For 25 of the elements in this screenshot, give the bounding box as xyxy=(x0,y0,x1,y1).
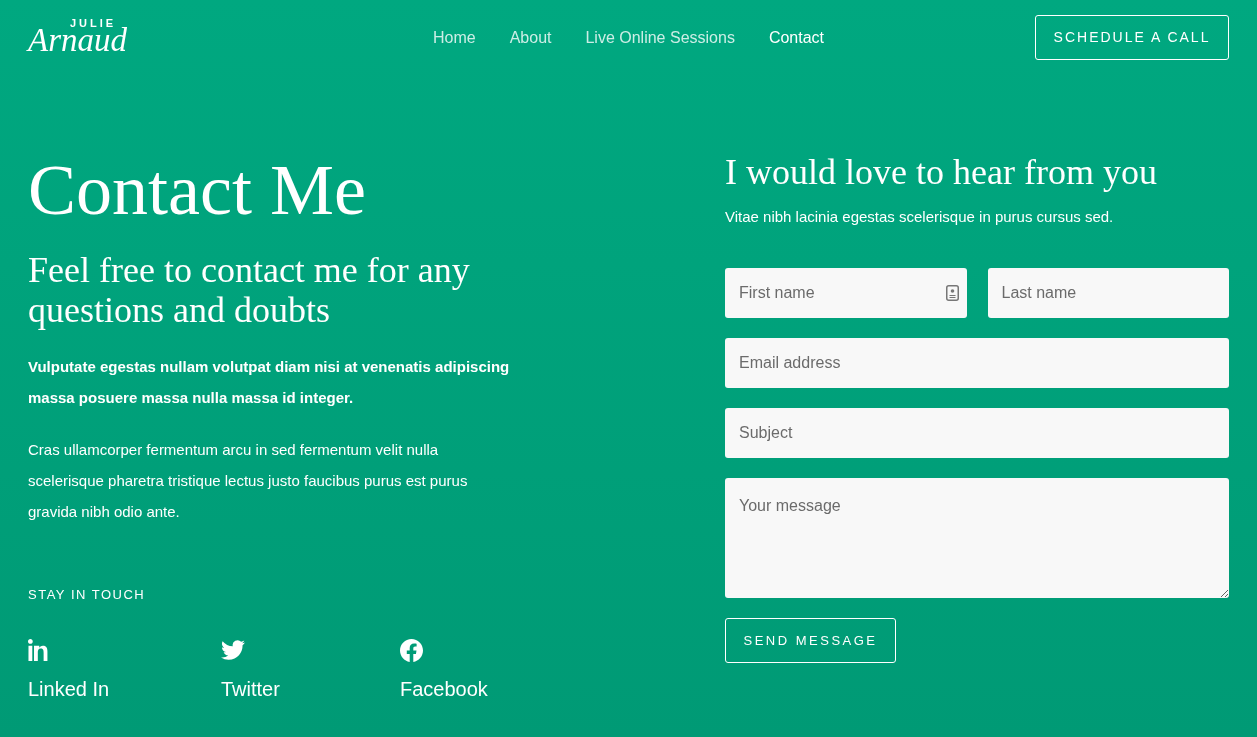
nav-link[interactable]: About xyxy=(509,25,552,50)
input-field[interactable]: Email address xyxy=(725,338,1229,388)
form-intro-text: Vitae nibh lacinia egestas scelerisque in purus cursus sed. xyxy=(725,207,1114,227)
input-field[interactable]: Subject xyxy=(725,408,1229,458)
page-title: Contact Me xyxy=(28,150,366,230)
lead-paragraph: Vulputate egestas nullam volutpat diam nisi at venenatis adipiscing massa posuere massa nulla massa id integer. xyxy=(28,357,511,408)
body-paragraph: Cras ullamcorper fermentum arcu in sed fermentum velit nulla scelerisque pharetra tristique lectus justo faucibus purus est purus gravida nibh odio ante. xyxy=(28,440,469,522)
facebook-icon xyxy=(400,638,423,662)
linkedin-icon xyxy=(28,639,48,661)
subtitle: Feel free to contact me for any questions and doubts xyxy=(28,250,471,330)
social-link[interactable]: Linked In xyxy=(28,638,110,700)
form-heading: I would love to hear from you xyxy=(725,151,1157,194)
input-field[interactable]: First name xyxy=(725,268,967,318)
input-field[interactable]: Last name xyxy=(987,268,1229,318)
nav-link[interactable]: Live Online Sessions xyxy=(585,25,735,50)
message-field[interactable]: Your message xyxy=(725,478,1229,598)
section-heading: STAY IN TOUCH xyxy=(28,587,146,603)
social-link[interactable]: Facebook xyxy=(400,638,488,700)
schedule-call-button[interactable]: SCHEDULE A CALL xyxy=(1035,15,1229,60)
contact-card-icon[interactable] xyxy=(945,285,959,301)
nav-link[interactable]: Home xyxy=(432,25,476,50)
nav-link[interactable]: Contact xyxy=(768,25,825,50)
bird-icon xyxy=(221,640,245,660)
social-link[interactable]: Twitter xyxy=(221,638,280,700)
send-message-button[interactable]: SEND MESSAGE xyxy=(725,618,896,663)
